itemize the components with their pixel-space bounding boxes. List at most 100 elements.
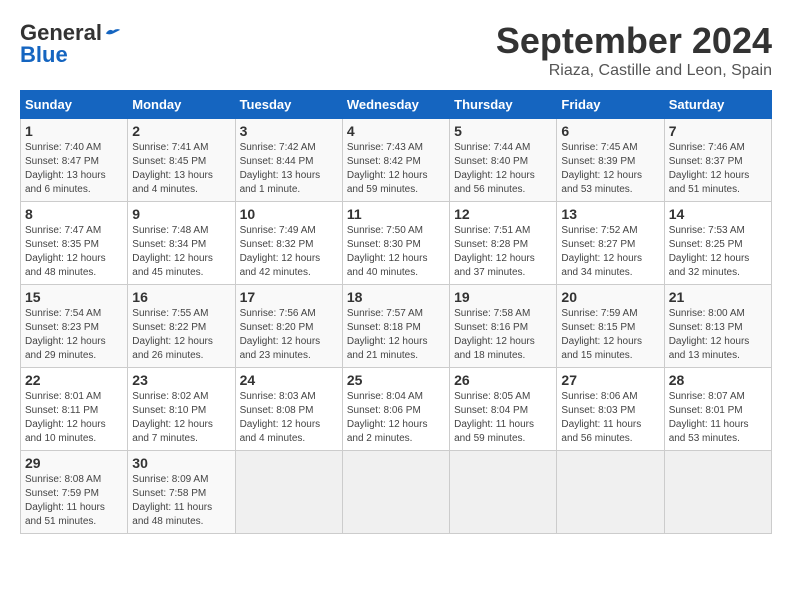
calendar-cell: 1 Sunrise: 7:40 AMSunset: 8:47 PMDayligh… (21, 119, 128, 202)
calendar-cell: 19 Sunrise: 7:58 AMSunset: 8:16 PMDaylig… (450, 285, 557, 368)
day-info: Sunrise: 8:08 AMSunset: 7:59 PMDaylight:… (25, 474, 105, 527)
day-number: 21 (669, 289, 767, 305)
header-row: Sunday Monday Tuesday Wednesday Thursday… (21, 91, 772, 119)
calendar-cell: 13 Sunrise: 7:52 AMSunset: 8:27 PMDaylig… (557, 202, 664, 285)
calendar-week-2: 8 Sunrise: 7:47 AMSunset: 8:35 PMDayligh… (21, 202, 772, 285)
calendar-cell: 6 Sunrise: 7:45 AMSunset: 8:39 PMDayligh… (557, 119, 664, 202)
day-number: 11 (347, 206, 445, 222)
calendar-cell: 7 Sunrise: 7:46 AMSunset: 8:37 PMDayligh… (664, 119, 771, 202)
col-tuesday: Tuesday (235, 91, 342, 119)
calendar-cell: 11 Sunrise: 7:50 AMSunset: 8:30 PMDaylig… (342, 202, 449, 285)
day-number: 30 (132, 455, 230, 471)
day-info: Sunrise: 8:09 AMSunset: 7:58 PMDaylight:… (132, 474, 212, 527)
calendar-cell: 20 Sunrise: 7:59 AMSunset: 8:15 PMDaylig… (557, 285, 664, 368)
calendar-table: Sunday Monday Tuesday Wednesday Thursday… (20, 90, 772, 534)
day-number: 15 (25, 289, 123, 305)
calendar-cell: 5 Sunrise: 7:44 AMSunset: 8:40 PMDayligh… (450, 119, 557, 202)
day-info: Sunrise: 8:01 AMSunset: 8:11 PMDaylight:… (25, 391, 106, 444)
calendar-cell (450, 451, 557, 534)
logo: General Blue (20, 20, 122, 68)
day-info: Sunrise: 7:59 AMSunset: 8:15 PMDaylight:… (561, 308, 642, 361)
calendar-cell: 3 Sunrise: 7:42 AMSunset: 8:44 PMDayligh… (235, 119, 342, 202)
day-number: 29 (25, 455, 123, 471)
calendar-cell: 17 Sunrise: 7:56 AMSunset: 8:20 PMDaylig… (235, 285, 342, 368)
logo-bird-icon (104, 26, 122, 40)
day-number: 16 (132, 289, 230, 305)
col-thursday: Thursday (450, 91, 557, 119)
month-title: September 2024 (496, 20, 772, 62)
calendar-cell: 8 Sunrise: 7:47 AMSunset: 8:35 PMDayligh… (21, 202, 128, 285)
day-info: Sunrise: 7:53 AMSunset: 8:25 PMDaylight:… (669, 225, 750, 278)
day-info: Sunrise: 7:51 AMSunset: 8:28 PMDaylight:… (454, 225, 535, 278)
day-number: 27 (561, 372, 659, 388)
day-info: Sunrise: 7:55 AMSunset: 8:22 PMDaylight:… (132, 308, 213, 361)
day-info: Sunrise: 8:05 AMSunset: 8:04 PMDaylight:… (454, 391, 534, 444)
calendar-week-5: 29 Sunrise: 8:08 AMSunset: 7:59 PMDaylig… (21, 451, 772, 534)
day-number: 10 (240, 206, 338, 222)
day-info: Sunrise: 7:41 AMSunset: 8:45 PMDaylight:… (132, 142, 213, 195)
day-number: 12 (454, 206, 552, 222)
day-number: 23 (132, 372, 230, 388)
day-info: Sunrise: 7:47 AMSunset: 8:35 PMDaylight:… (25, 225, 106, 278)
day-number: 19 (454, 289, 552, 305)
title-section: September 2024 Riaza, Castille and Leon,… (496, 20, 772, 80)
day-info: Sunrise: 7:56 AMSunset: 8:20 PMDaylight:… (240, 308, 321, 361)
day-info: Sunrise: 7:49 AMSunset: 8:32 PMDaylight:… (240, 225, 321, 278)
calendar-cell: 21 Sunrise: 8:00 AMSunset: 8:13 PMDaylig… (664, 285, 771, 368)
calendar-cell: 26 Sunrise: 8:05 AMSunset: 8:04 PMDaylig… (450, 368, 557, 451)
calendar-cell: 15 Sunrise: 7:54 AMSunset: 8:23 PMDaylig… (21, 285, 128, 368)
day-info: Sunrise: 7:46 AMSunset: 8:37 PMDaylight:… (669, 142, 750, 195)
day-info: Sunrise: 7:44 AMSunset: 8:40 PMDaylight:… (454, 142, 535, 195)
calendar-cell (557, 451, 664, 534)
calendar-cell: 27 Sunrise: 8:06 AMSunset: 8:03 PMDaylig… (557, 368, 664, 451)
day-number: 24 (240, 372, 338, 388)
col-friday: Friday (557, 91, 664, 119)
calendar-cell: 28 Sunrise: 8:07 AMSunset: 8:01 PMDaylig… (664, 368, 771, 451)
calendar-week-1: 1 Sunrise: 7:40 AMSunset: 8:47 PMDayligh… (21, 119, 772, 202)
col-wednesday: Wednesday (342, 91, 449, 119)
day-info: Sunrise: 7:52 AMSunset: 8:27 PMDaylight:… (561, 225, 642, 278)
day-number: 4 (347, 123, 445, 139)
calendar-cell: 14 Sunrise: 7:53 AMSunset: 8:25 PMDaylig… (664, 202, 771, 285)
day-number: 22 (25, 372, 123, 388)
day-info: Sunrise: 7:48 AMSunset: 8:34 PMDaylight:… (132, 225, 213, 278)
calendar-week-3: 15 Sunrise: 7:54 AMSunset: 8:23 PMDaylig… (21, 285, 772, 368)
day-number: 8 (25, 206, 123, 222)
day-info: Sunrise: 8:04 AMSunset: 8:06 PMDaylight:… (347, 391, 428, 444)
day-number: 14 (669, 206, 767, 222)
calendar-cell: 18 Sunrise: 7:57 AMSunset: 8:18 PMDaylig… (342, 285, 449, 368)
calendar-cell: 22 Sunrise: 8:01 AMSunset: 8:11 PMDaylig… (21, 368, 128, 451)
header: General Blue September 2024 Riaza, Casti… (20, 20, 772, 80)
calendar-cell: 12 Sunrise: 7:51 AMSunset: 8:28 PMDaylig… (450, 202, 557, 285)
day-info: Sunrise: 7:57 AMSunset: 8:18 PMDaylight:… (347, 308, 428, 361)
day-info: Sunrise: 8:06 AMSunset: 8:03 PMDaylight:… (561, 391, 641, 444)
day-info: Sunrise: 7:40 AMSunset: 8:47 PMDaylight:… (25, 142, 106, 195)
day-info: Sunrise: 7:45 AMSunset: 8:39 PMDaylight:… (561, 142, 642, 195)
day-info: Sunrise: 8:03 AMSunset: 8:08 PMDaylight:… (240, 391, 321, 444)
calendar-cell: 2 Sunrise: 7:41 AMSunset: 8:45 PMDayligh… (128, 119, 235, 202)
calendar-cell: 4 Sunrise: 7:43 AMSunset: 8:42 PMDayligh… (342, 119, 449, 202)
day-info: Sunrise: 8:07 AMSunset: 8:01 PMDaylight:… (669, 391, 749, 444)
day-number: 20 (561, 289, 659, 305)
logo-blue: Blue (20, 42, 68, 68)
day-info: Sunrise: 8:00 AMSunset: 8:13 PMDaylight:… (669, 308, 750, 361)
location-title: Riaza, Castille and Leon, Spain (496, 62, 772, 80)
calendar-cell: 24 Sunrise: 8:03 AMSunset: 8:08 PMDaylig… (235, 368, 342, 451)
calendar-cell: 30 Sunrise: 8:09 AMSunset: 7:58 PMDaylig… (128, 451, 235, 534)
calendar-cell: 25 Sunrise: 8:04 AMSunset: 8:06 PMDaylig… (342, 368, 449, 451)
calendar-cell (342, 451, 449, 534)
day-number: 17 (240, 289, 338, 305)
col-sunday: Sunday (21, 91, 128, 119)
day-info: Sunrise: 7:58 AMSunset: 8:16 PMDaylight:… (454, 308, 535, 361)
day-info: Sunrise: 7:50 AMSunset: 8:30 PMDaylight:… (347, 225, 428, 278)
calendar-cell: 23 Sunrise: 8:02 AMSunset: 8:10 PMDaylig… (128, 368, 235, 451)
calendar-cell: 29 Sunrise: 8:08 AMSunset: 7:59 PMDaylig… (21, 451, 128, 534)
day-info: Sunrise: 7:42 AMSunset: 8:44 PMDaylight:… (240, 142, 321, 195)
day-info: Sunrise: 7:54 AMSunset: 8:23 PMDaylight:… (25, 308, 106, 361)
day-number: 26 (454, 372, 552, 388)
day-number: 13 (561, 206, 659, 222)
day-number: 7 (669, 123, 767, 139)
day-number: 28 (669, 372, 767, 388)
day-number: 3 (240, 123, 338, 139)
day-number: 2 (132, 123, 230, 139)
